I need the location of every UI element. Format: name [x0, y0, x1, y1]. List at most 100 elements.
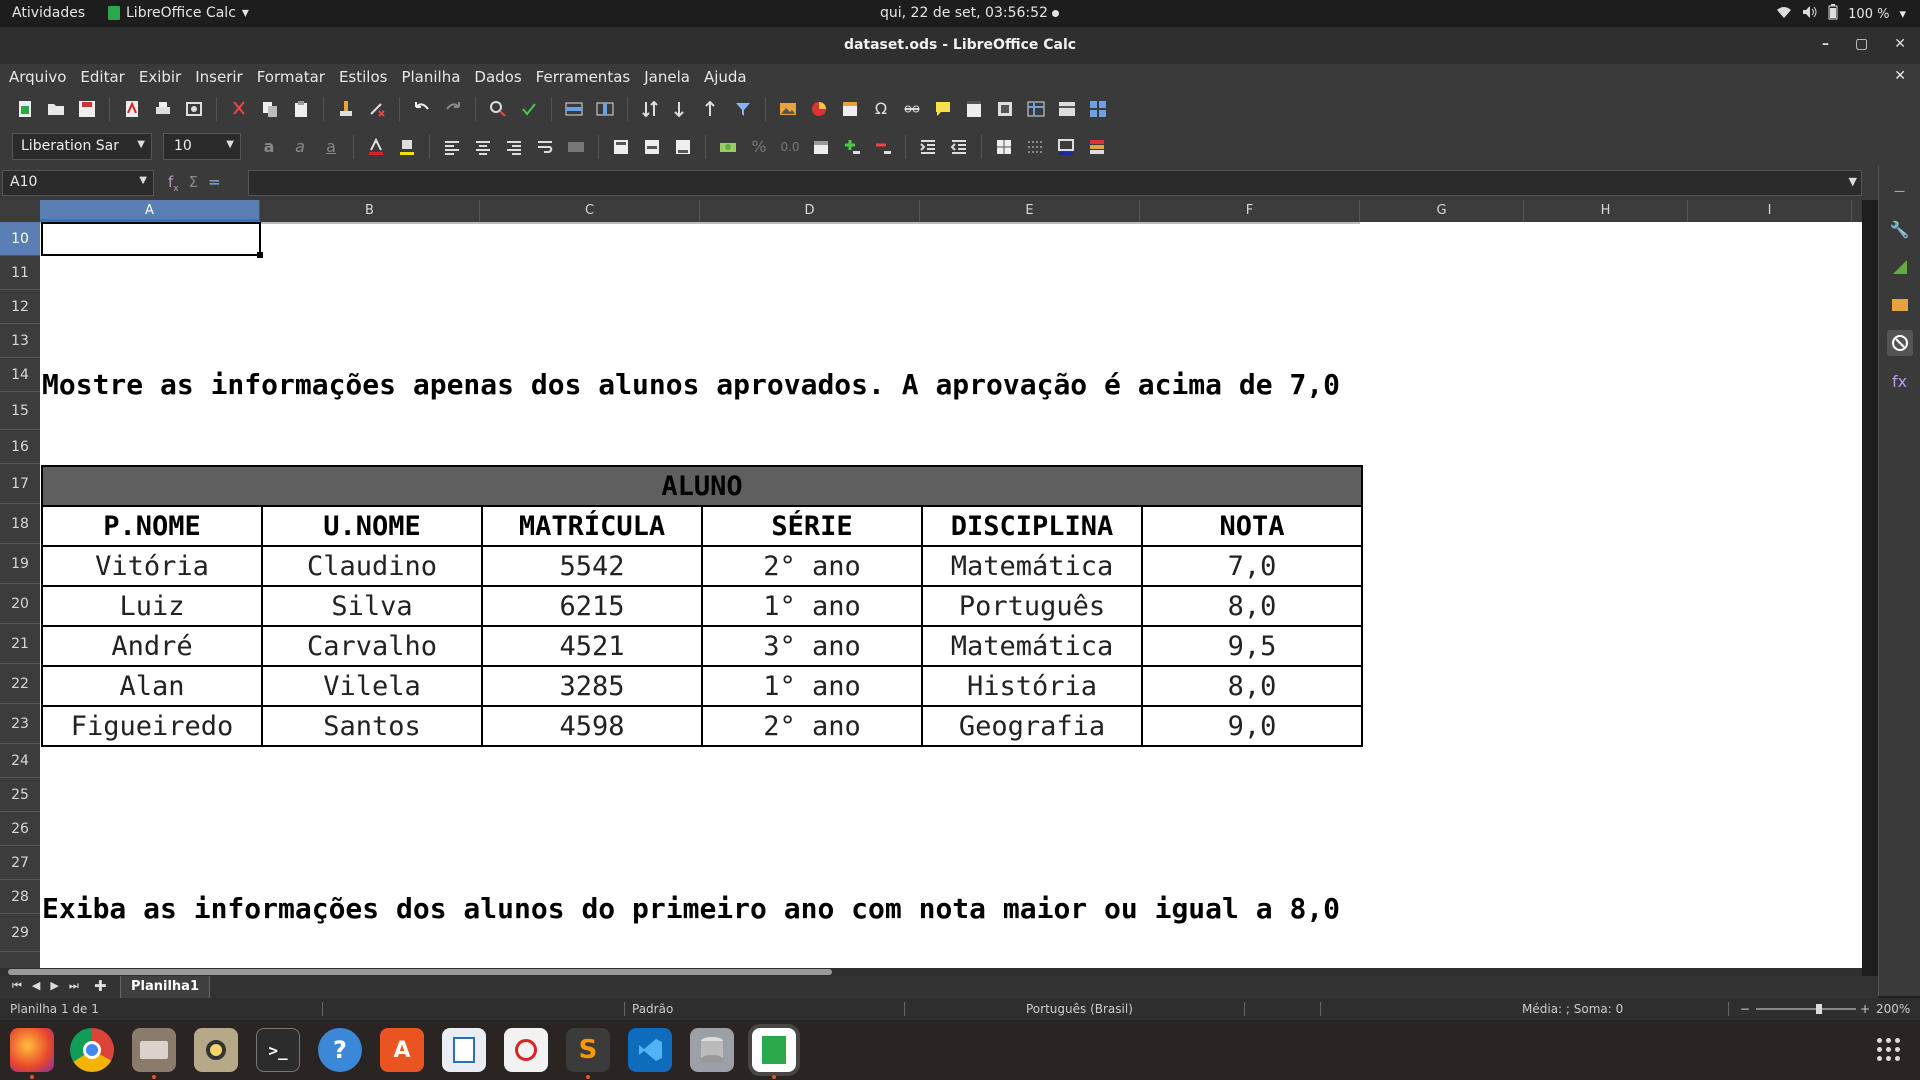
sheet-tab-planilha1[interactable]: Planilha1: [120, 976, 210, 998]
menu-janela[interactable]: Janela: [644, 68, 690, 86]
row-header-23[interactable]: 23: [0, 704, 40, 744]
cell[interactable]: História: [921, 665, 1143, 707]
maximize-icon[interactable]: ▢: [1855, 36, 1868, 52]
cell[interactable]: 7,0: [1141, 545, 1363, 587]
cell[interactable]: 3285: [481, 665, 703, 707]
font-color-icon[interactable]: [365, 136, 387, 158]
cell[interactable]: Luiz: [41, 585, 263, 627]
calc-icon[interactable]: [752, 1028, 796, 1072]
evince-icon[interactable]: [504, 1028, 548, 1072]
comment-icon[interactable]: [932, 98, 954, 120]
borders-icon[interactable]: [993, 136, 1015, 158]
cut-icon[interactable]: [228, 98, 250, 120]
row-header-24[interactable]: 24: [0, 744, 40, 778]
spelling-icon[interactable]: [518, 98, 540, 120]
cell[interactable]: 9,0: [1141, 705, 1363, 747]
zoom-level[interactable]: 200%: [1876, 1002, 1910, 1016]
next-sheet-icon[interactable]: ▶: [50, 979, 58, 993]
cell[interactable]: Carvalho: [261, 625, 483, 667]
row-header-26[interactable]: 26: [0, 812, 40, 846]
cell-area[interactable]: Mostre as informações apenas dos alunos …: [40, 222, 1862, 968]
cell[interactable]: 1° ano: [701, 665, 923, 707]
sort-descending-icon[interactable]: [701, 98, 723, 120]
cell[interactable]: 3° ano: [701, 625, 923, 667]
database-icon[interactable]: [690, 1028, 734, 1072]
print-icon[interactable]: [152, 98, 174, 120]
split-window-icon[interactable]: [1056, 98, 1078, 120]
increase-indent-icon[interactable]: [917, 136, 939, 158]
rhythmbox-icon[interactable]: [194, 1028, 238, 1072]
cell[interactable]: 6215: [481, 585, 703, 627]
cell[interactable]: 8,0: [1141, 665, 1363, 707]
prev-sheet-icon[interactable]: ◀: [32, 979, 40, 993]
print-preview-icon[interactable]: [183, 98, 205, 120]
row-header-27[interactable]: 27: [0, 846, 40, 880]
cell[interactable]: Matemática: [921, 625, 1143, 667]
expand-formula-icon[interactable]: ▼: [1849, 175, 1857, 188]
conditional-format-icon[interactable]: [1086, 136, 1108, 158]
insert-chart-icon[interactable]: [808, 98, 830, 120]
cell[interactable]: Santos: [261, 705, 483, 747]
last-sheet-icon[interactable]: ⏭: [69, 979, 79, 993]
header-footer-icon[interactable]: [963, 98, 985, 120]
delete-decimal-icon[interactable]: [872, 136, 894, 158]
highlight-color-icon[interactable]: [396, 136, 418, 158]
column-header-c[interactable]: C: [480, 200, 700, 222]
row-icon[interactable]: [563, 98, 585, 120]
date-format-icon[interactable]: [810, 136, 832, 158]
terminal-icon[interactable]: >_: [256, 1028, 300, 1072]
freeze-rows-icon[interactable]: [1025, 98, 1047, 120]
clear-formatting-icon[interactable]: [366, 98, 388, 120]
help-icon[interactable]: ?: [318, 1028, 362, 1072]
row-header-17[interactable]: 17: [0, 464, 40, 504]
font-size-combo[interactable]: 10 ▼: [163, 133, 241, 160]
sublime-text-icon[interactable]: S: [566, 1028, 610, 1072]
export-pdf-icon[interactable]: [121, 98, 143, 120]
show-applications-icon[interactable]: [1877, 1038, 1900, 1061]
italic-icon[interactable]: a: [289, 136, 311, 158]
menu-dados[interactable]: Dados: [474, 68, 521, 86]
wrap-text-icon[interactable]: [534, 136, 556, 158]
font-name-combo[interactable]: Liberation Sar ▼: [12, 133, 152, 160]
row-header-28[interactable]: 28: [0, 880, 40, 914]
fill-handle[interactable]: [257, 252, 263, 258]
menu-estilos[interactable]: Estilos: [339, 68, 388, 86]
menu-ajuda[interactable]: Ajuda: [704, 68, 747, 86]
cell[interactable]: Geografia: [921, 705, 1143, 747]
menu-editar[interactable]: Editar: [80, 68, 124, 86]
firefox-icon[interactable]: [10, 1028, 54, 1072]
table-title-cell[interactable]: ALUNO: [41, 465, 1363, 507]
align-top-icon[interactable]: [610, 136, 632, 158]
header-cell[interactable]: P.NOME: [41, 505, 263, 547]
cell[interactable]: 4521: [481, 625, 703, 667]
border-style-icon[interactable]: [1024, 136, 1046, 158]
close-document-icon[interactable]: ✕: [1894, 68, 1906, 84]
menu-arquivo[interactable]: Arquivo: [9, 68, 66, 86]
menu-formatar[interactable]: Formatar: [257, 68, 325, 86]
status-sum[interactable]: Média: ; Soma: 0: [1522, 1002, 1623, 1016]
formula-icon[interactable]: =: [208, 173, 221, 194]
row-header-19[interactable]: 19: [0, 544, 40, 584]
zoom-slider[interactable]: [1756, 1004, 1856, 1014]
undo-icon[interactable]: [411, 98, 433, 120]
horizontal-scrollbar[interactable]: [0, 968, 1862, 976]
formula-input[interactable]: ▼: [248, 170, 1862, 196]
properties-icon[interactable]: 🔧: [1887, 216, 1913, 242]
cell[interactable]: Matemática: [921, 545, 1143, 587]
function-wizard-icon[interactable]: fx: [168, 173, 179, 194]
column-header-e[interactable]: E: [920, 200, 1140, 222]
header-cell[interactable]: SÉRIE: [701, 505, 923, 547]
currency-format-icon[interactable]: [717, 136, 739, 158]
status-page-style[interactable]: Padrão: [632, 1002, 673, 1016]
name-box[interactable]: A10 ▼: [2, 170, 154, 196]
align-right-icon[interactable]: [503, 136, 525, 158]
row-header-25[interactable]: 25: [0, 778, 40, 812]
prompt-text-row15[interactable]: Mostre as informações apenas dos alunos …: [42, 368, 1340, 401]
system-tray[interactable]: 100 % ▾: [1776, 4, 1906, 24]
row-header-21[interactable]: 21: [0, 624, 40, 664]
cell[interactable]: Figueiredo: [41, 705, 263, 747]
row-header-20[interactable]: 20: [0, 584, 40, 624]
software-center-icon[interactable]: A: [380, 1028, 424, 1072]
active-cell-cursor[interactable]: [41, 222, 263, 258]
define-print-area-icon[interactable]: [994, 98, 1016, 120]
